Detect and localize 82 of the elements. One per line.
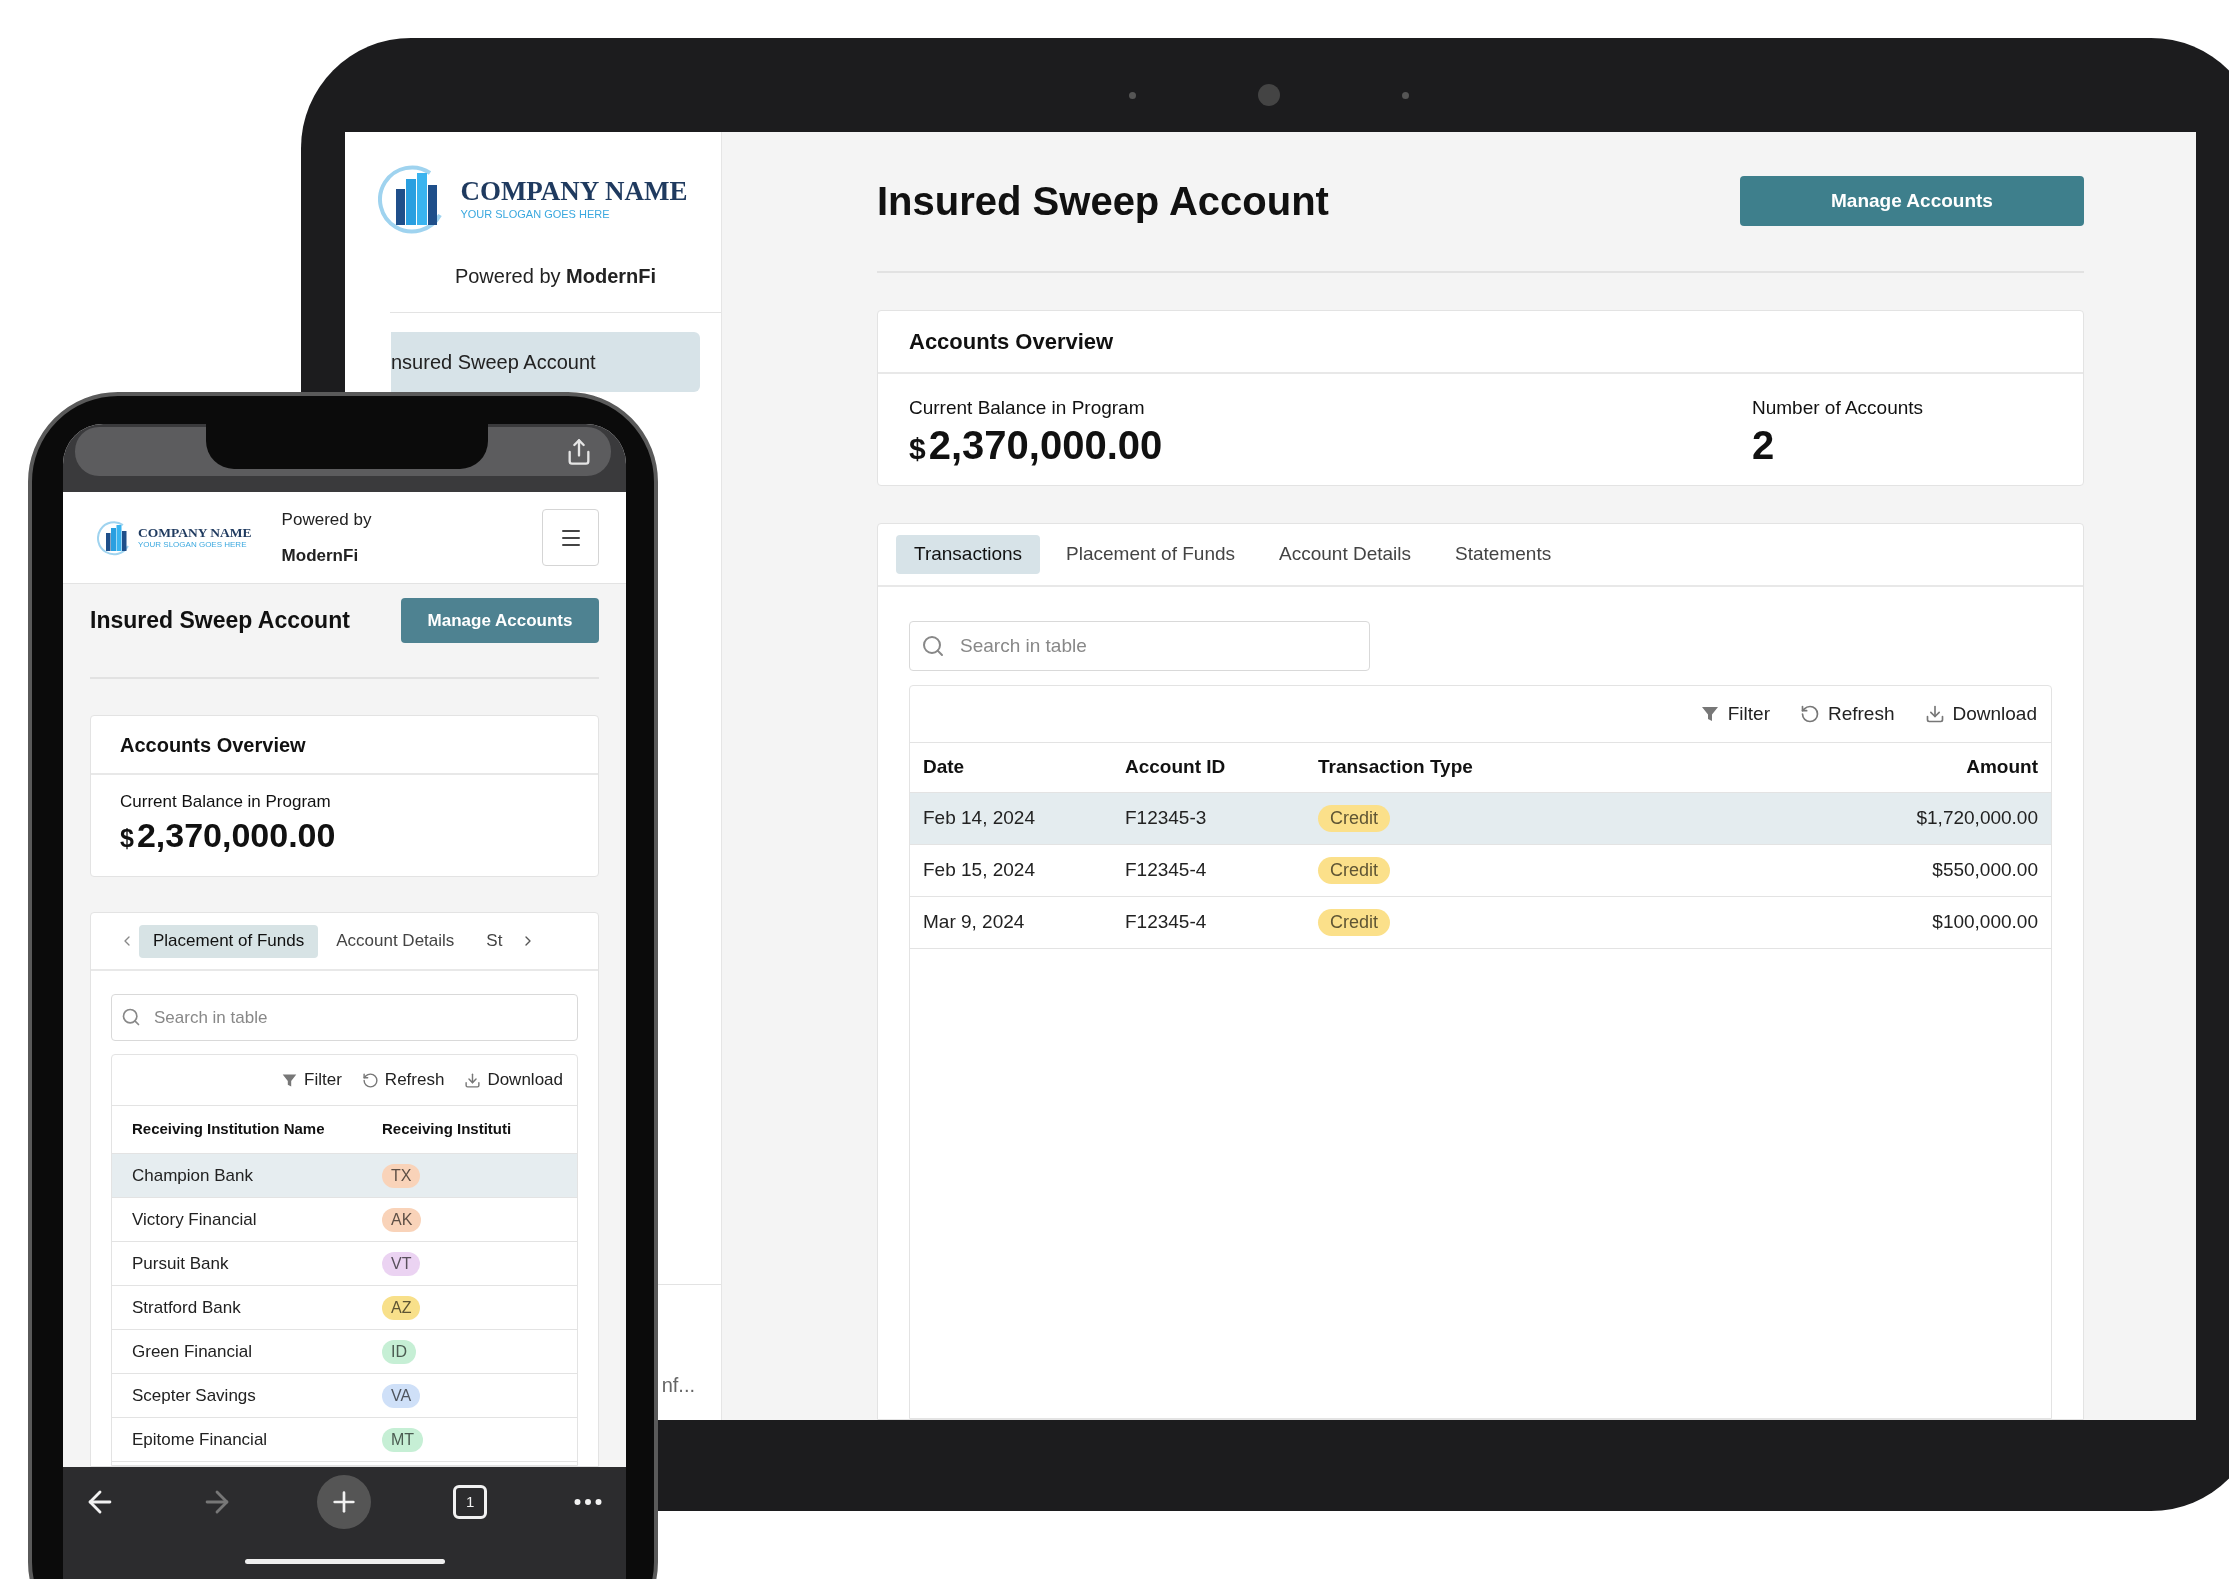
refresh-icon — [1799, 704, 1820, 724]
company-name: COMPANY NAME — [138, 525, 252, 540]
sidebar-footer-text: nf... — [661, 1373, 695, 1398]
card-title: Accounts Overview — [120, 732, 306, 758]
toolbar-button[interactable]: Filter — [1699, 699, 1770, 729]
date-cell-text: Feb 14, 2024 — [923, 806, 1036, 831]
date-cell-text: Feb 15, 2024 — [923, 858, 1036, 883]
tab[interactable]: Placement of Funds — [1048, 535, 1254, 574]
institution-name-cell-text: Stratford Bank — [132, 1296, 242, 1319]
amount-cell-text: $1,720,000.00 — [1916, 806, 2038, 831]
search-icon — [921, 634, 945, 658]
column-header: Amount — [1966, 755, 2038, 780]
manage-accounts-button[interactable]: Manage Accounts — [1740, 176, 2084, 226]
tab[interactable]: Statements — [1437, 535, 1570, 574]
amount-cell-text: $100,000.00 — [1932, 910, 2038, 935]
tab[interactable]: Account Details — [1261, 535, 1430, 574]
download-icon — [1924, 704, 1945, 724]
account-id-cell-text: F12345-3 — [1125, 806, 1208, 831]
company-slogan: YOUR SLOGAN GOES HERE — [138, 541, 248, 550]
column-header: Receiving Instituti — [382, 1119, 512, 1140]
toolbar-button[interactable]: Download — [1924, 699, 2037, 729]
filter-icon — [1699, 704, 1720, 724]
account-id-cell-text: F12345-4 — [1125, 858, 1208, 883]
search-icon — [121, 1007, 141, 1027]
camera-icon — [1258, 84, 1280, 106]
new-tab-button[interactable] — [316, 1475, 371, 1529]
tab[interactable]: Account Details — [322, 924, 469, 958]
tab-count-button[interactable]: 1 — [453, 1485, 488, 1519]
column-header: Account ID — [1125, 755, 1227, 780]
currency-symbol: $ — [120, 822, 134, 854]
state-badge: VT — [382, 1251, 421, 1276]
toolbar-button[interactable]: Filter — [281, 1067, 342, 1093]
date-cell-text: Mar 9, 2024 — [923, 910, 1026, 935]
transaction-type-badge: Credit — [1318, 857, 1390, 884]
toolbar-button[interactable]: Download — [464, 1067, 563, 1093]
toolbar-button[interactable]: Refresh — [361, 1067, 445, 1093]
manage-accounts-button[interactable]: Manage Accounts — [401, 598, 599, 643]
state-badge: TX — [382, 1163, 421, 1188]
state-badge: ID — [382, 1339, 416, 1364]
balance-amount: 2,370,000.00 — [136, 814, 336, 855]
toolbar-button[interactable]: Refresh — [1799, 699, 1895, 729]
powered-by-text: Powered by ModernFi — [454, 264, 657, 289]
company-name: COMPANY NAME — [460, 178, 688, 205]
powered-by-text: Powered by ModernFi — [281, 508, 373, 567]
menu-button[interactable] — [542, 509, 599, 566]
refresh-icon — [361, 1071, 379, 1089]
sidebar-item[interactable]: nsured Sweep Account — [391, 332, 700, 392]
column-header: Transaction Type — [1318, 755, 1474, 780]
tab[interactable]: Transactions — [896, 535, 1041, 574]
search-field[interactable]: Search in table — [909, 621, 1370, 671]
page-title: Insured Sweep Account — [877, 178, 1329, 225]
state-badge: AK — [382, 1207, 422, 1232]
balance-label: Current Balance in Program — [120, 791, 332, 813]
tab[interactable]: Placement of Funds — [139, 924, 319, 958]
account-id-cell-text: F12345-4 — [1125, 910, 1208, 935]
transaction-type-badge: Credit — [1318, 805, 1390, 832]
transaction-type-badge: Credit — [1318, 909, 1390, 936]
balance-label: Current Balance in Program — [909, 396, 1146, 420]
currency-symbol: $ — [909, 430, 926, 467]
amount-cell-text: $550,000.00 — [1932, 858, 2038, 883]
download-icon — [464, 1071, 482, 1089]
column-header: Receiving Institution Name — [132, 1119, 325, 1140]
state-badge: AZ — [382, 1295, 421, 1320]
company-slogan: YOUR SLOGAN GOES HERE — [460, 209, 611, 220]
institution-name-cell-text: Epitome Financial — [132, 1428, 269, 1451]
state-badge: VA — [382, 1383, 421, 1408]
page-title: Insured Sweep Account — [90, 606, 350, 636]
institution-name-cell-text: Scepter Savings — [132, 1384, 257, 1407]
balance-amount: 2,370,000.00 — [928, 422, 1163, 467]
tab[interactable]: St — [472, 924, 517, 958]
institution-name-cell-text: Victory Financial — [132, 1208, 258, 1231]
accounts-count-label: Number of Accounts — [1752, 396, 1925, 420]
column-header: Date — [923, 755, 966, 780]
table-row[interactable]: Champion Bank TX — [112, 1154, 577, 1198]
card-title: Accounts Overview — [909, 328, 1114, 356]
accounts-count: 2 — [1752, 422, 1776, 467]
search-field[interactable]: Search in table — [111, 994, 578, 1041]
institution-name-cell-text: Champion Bank — [132, 1164, 254, 1187]
table-row[interactable]: Feb 14, 2024 F12345-3 Credit $1,720,000.00 — [910, 793, 2051, 845]
institution-name-cell-text: Green Financial — [132, 1340, 253, 1363]
state-badge: MT — [382, 1427, 424, 1452]
institution-name-cell-text: Pursuit Bank — [132, 1252, 230, 1275]
